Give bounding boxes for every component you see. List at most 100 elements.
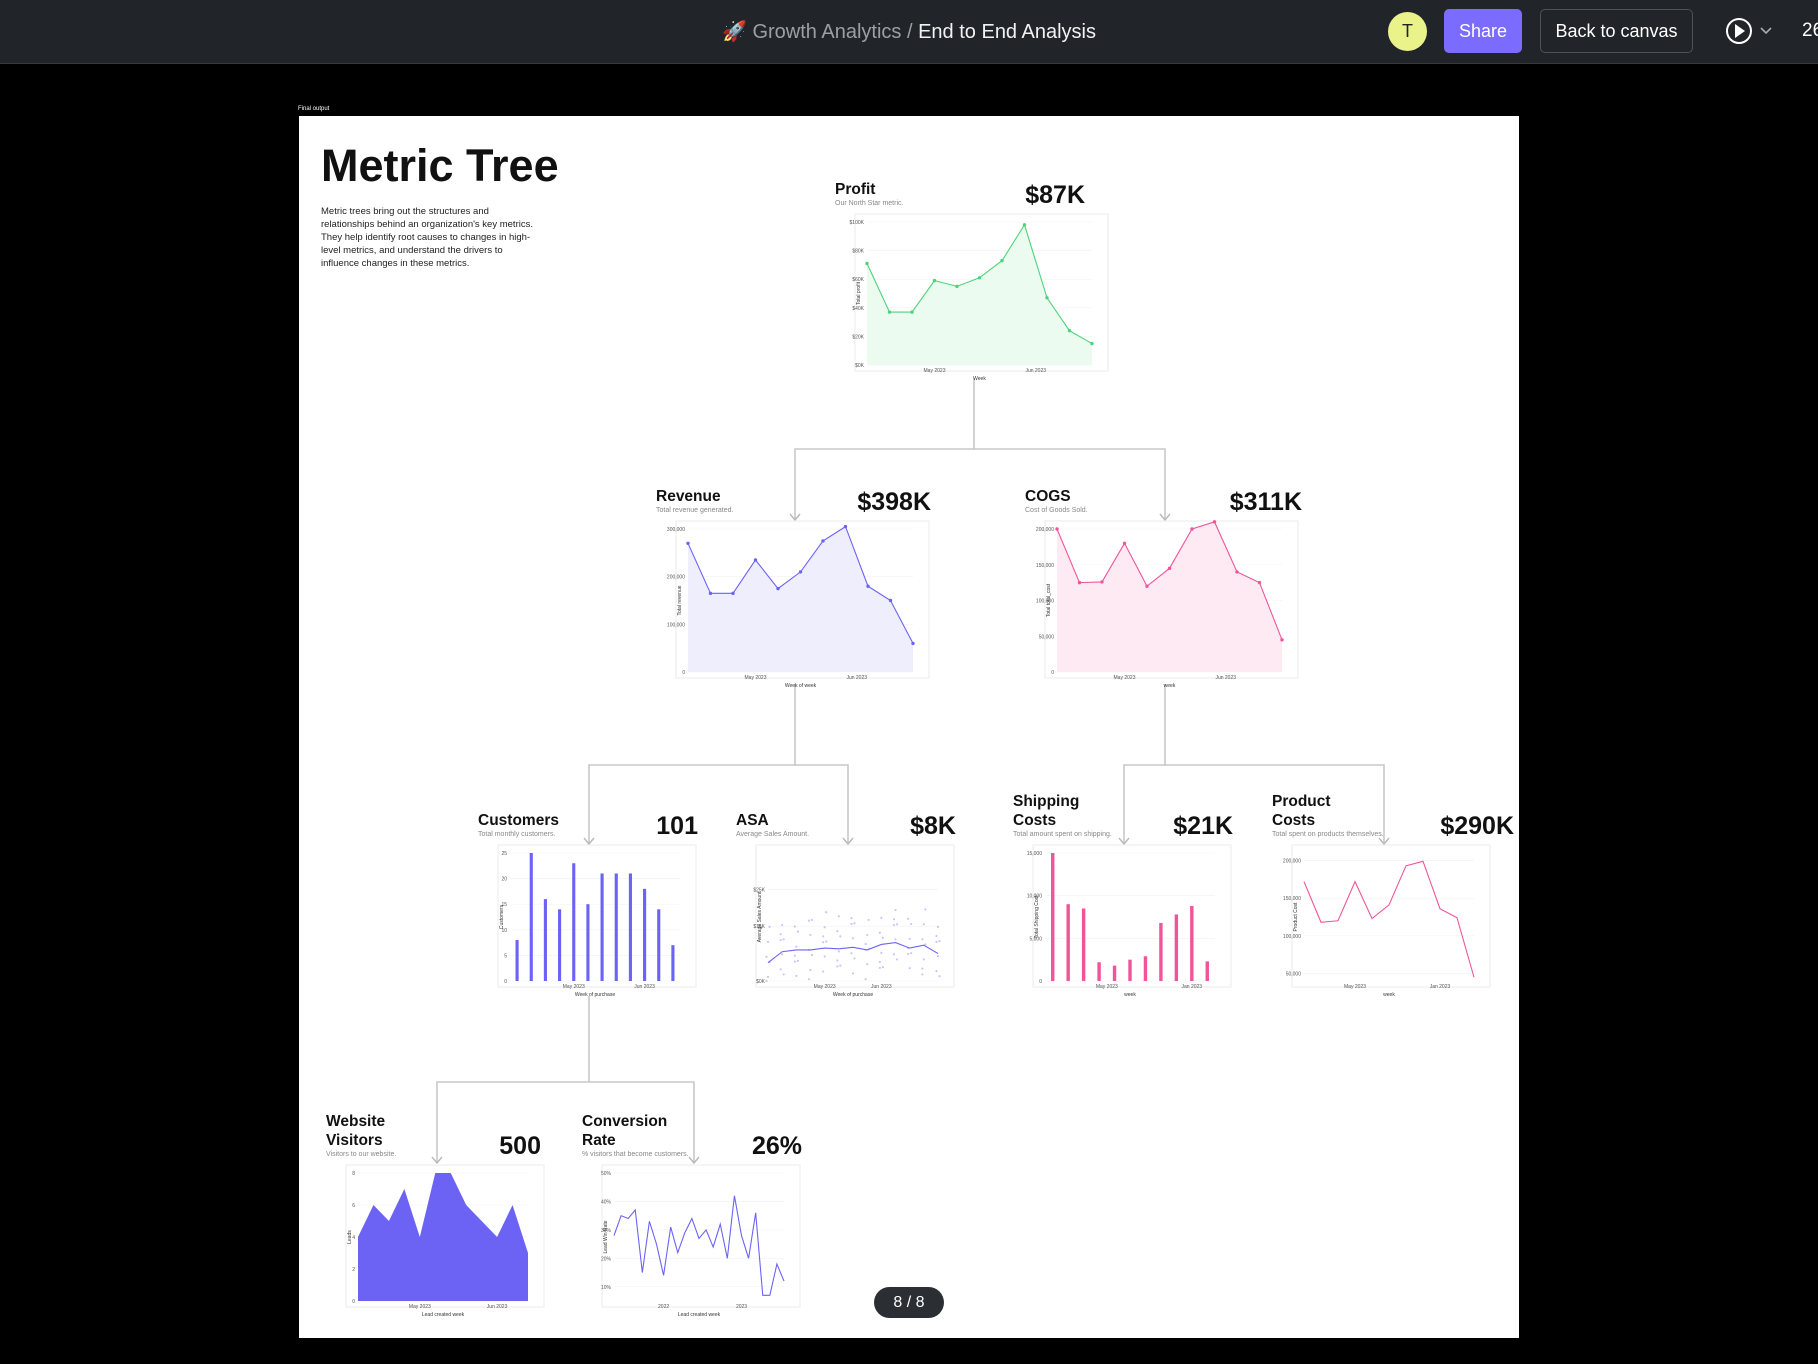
chart-scatter-point <box>853 957 856 960</box>
chart-y-tick-label: 20 <box>501 877 507 883</box>
chart-y-tick-label: 10% <box>601 1285 612 1291</box>
metric-card-profit[interactable]: Profit Our North Star metric. $87K $0K $2… <box>835 180 1110 382</box>
metric-card-product-costs[interactable]: Product Costs Total spent on products th… <box>1272 792 1514 1002</box>
metric-value: $87K <box>1025 181 1085 209</box>
chart-plot-frame <box>755 844 955 988</box>
chart-scatter-point <box>910 952 913 955</box>
chart-scatter-point <box>894 908 897 912</box>
cogs-chart: 050,000100,000150,000200,000May 2023 Jun … <box>1036 520 1299 689</box>
chart-bar <box>1128 959 1132 981</box>
chart-bar <box>1051 853 1055 981</box>
chart-bar <box>1081 908 1086 981</box>
chart-x-tick-label: Jun 2023 <box>634 984 655 990</box>
back-to-canvas-button[interactable]: Back to canvas <box>1540 9 1693 53</box>
chart-scatter-point <box>768 925 771 928</box>
chart-bar <box>1174 914 1179 981</box>
chart-scatter-point <box>823 926 826 929</box>
page-indicator[interactable]: 8 / 8 <box>874 1287 944 1318</box>
chart-y-axis-label: Total Shipping Cost <box>1034 895 1040 939</box>
chart-scatter-point <box>810 953 814 957</box>
metric-value: $398K <box>857 488 931 516</box>
metric-card-shipping-costs[interactable]: Shipping Costs Total amount spent on shi… <box>1013 792 1233 1002</box>
chart-y-tick-label: 0 <box>682 670 685 676</box>
chart-y-tick-label: $80K <box>852 249 864 255</box>
metric-card-customers[interactable]: Customers Total monthly customers. 101 0… <box>478 811 698 1001</box>
chevron-down-icon <box>1760 27 1772 35</box>
chart-point <box>888 598 893 603</box>
chart-x-tick-label: Jan 2023 <box>1182 984 1203 990</box>
chart-y-tick-label: 100,000 <box>1283 934 1301 940</box>
chart-point <box>1235 570 1239 574</box>
chart-scatter-point <box>894 938 897 941</box>
chart-y-tick-label: 50,000 <box>1039 634 1055 640</box>
chart-point <box>776 586 780 591</box>
metric-value: $290K <box>1440 812 1514 840</box>
chart-scatter-point <box>880 951 883 954</box>
avatar[interactable]: T <box>1388 12 1427 51</box>
chart-scatter-point <box>807 978 811 981</box>
chart-point <box>866 584 870 588</box>
chart-y-axis-label: Total profit <box>856 281 862 305</box>
chart-y-tick-label: 100,000 <box>667 622 685 628</box>
chart-point <box>910 310 914 314</box>
chart-x-tick-label: May 2023 <box>924 368 946 374</box>
chart-y-tick-label: $20K <box>852 334 864 340</box>
chart-scatter-point <box>779 938 782 942</box>
chart-y-axis-label: Lead Win Rate <box>603 1220 609 1253</box>
chart-scatter-point <box>822 941 825 944</box>
project-link[interactable]: Growth Analytics <box>752 21 901 43</box>
chart-bar <box>586 904 590 981</box>
chart-bar <box>657 909 661 981</box>
chart-scatter-point <box>793 925 796 928</box>
share-button[interactable]: Share <box>1444 9 1522 53</box>
metric-name: Customers <box>478 812 559 829</box>
metric-card-website-visitors[interactable]: Website Visitors Visitors to our website… <box>326 1112 546 1322</box>
chart-bar <box>671 945 675 981</box>
chart-y-tick-label: 6 <box>352 1203 355 1209</box>
chart-plot-frame <box>1032 844 1232 988</box>
chart-scatter-point <box>936 955 940 958</box>
chart-scatter-point <box>779 933 782 936</box>
canvas-frame: Metric Tree Metric trees bring out the s… <box>299 116 1519 1338</box>
chart-scatter-point <box>793 954 796 957</box>
chart-point <box>843 524 848 529</box>
chart-point <box>911 641 915 646</box>
chart-scatter-point <box>866 963 869 966</box>
metric-name: Conversion Rate <box>582 1113 668 1149</box>
chart-point <box>1280 638 1284 642</box>
metric-card-revenue[interactable]: Revenue Total revenue generated. $398K 0… <box>656 487 931 689</box>
chart-scatter-point <box>782 938 785 941</box>
customers-chart: 0510152025May 2023 Jun 2023Week of purcha… <box>497 844 697 998</box>
chart-x-tick-label: 2022 <box>658 1304 669 1310</box>
metric-subtitle: Cost of Goods Sold. <box>1025 507 1088 514</box>
chart-scatter-point <box>839 964 842 967</box>
chart-x-tick-label: Jun 2023 <box>846 675 867 681</box>
asa-chart: $0K$15K$25KMay 2023 Jun 2023Week of purch… <box>753 844 955 998</box>
metric-value: 101 <box>656 812 698 840</box>
metric-value: $8K <box>910 812 956 840</box>
chart-scatter-point <box>867 918 870 922</box>
metric-card-cogs[interactable]: COGS Cost of Goods Sold. $311K 0 50,000 10… <box>1025 487 1302 689</box>
chart-x-axis-label: Week of week <box>785 683 817 689</box>
chart-y-tick-label: 40% <box>601 1199 612 1205</box>
chart-scatter-point <box>823 955 826 958</box>
chart-scatter-point <box>765 955 768 958</box>
chart-y-tick-label: 25 <box>501 851 507 857</box>
chart-x-tick-label: Jun 2023 <box>1025 368 1046 374</box>
present-control[interactable] <box>1724 14 1784 48</box>
chart-scatter-point <box>850 916 853 920</box>
metric-value: $311K <box>1229 488 1302 516</box>
metric-subtitle: Total monthly customers. <box>478 831 556 838</box>
metric-value: 500 <box>499 1132 541 1160</box>
metric-card-asa[interactable]: ASA Average Sales Amount. $8K $0K $15K $25… <box>736 811 956 1001</box>
chart-point <box>1190 527 1194 531</box>
chart-x-tick-label: May 2023 <box>1096 984 1118 990</box>
metric-name: Website Visitors <box>326 1113 386 1149</box>
chart-x-axis-label: Week <box>973 376 986 382</box>
chart-x-axis-label: week <box>1124 992 1136 998</box>
viewer-count: 26 <box>1802 20 1818 41</box>
metric-card-conversion-rate[interactable]: Conversion Rate % visitors that become c… <box>582 1112 802 1322</box>
chart-scatter-point <box>938 975 941 978</box>
chart-scatter-point <box>921 973 924 976</box>
chart-point <box>1100 580 1104 584</box>
